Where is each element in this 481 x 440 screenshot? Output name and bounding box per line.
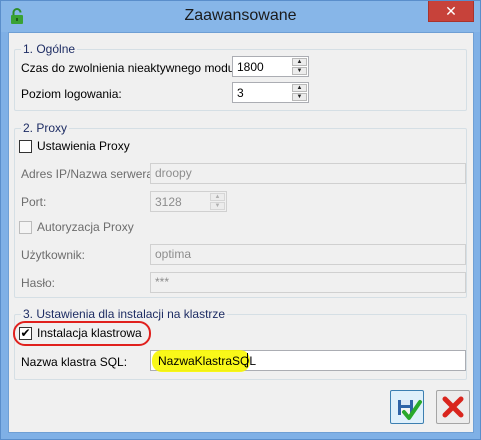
cluster-name-value: NazwaKlastraSQL [158,354,257,368]
proxy-port-label: Port: [21,195,47,209]
log-level-stepper[interactable]: 3 ▲ ▼ [232,82,309,103]
dialog-window: Zaawansowane ✕ 1. Ogólne Czas do zwolnie… [0,0,481,440]
log-level-down-arrow-icon[interactable]: ▼ [292,93,307,101]
idle-timeout-stepper[interactable]: 1800 ▲ ▼ [232,56,309,77]
log-level-value: 3 [237,86,244,100]
ok-button[interactable] [390,390,424,424]
save-check-icon [398,400,422,420]
idle-timeout-label: Czas do zwolnienia nieaktywnego modułu: [21,61,248,75]
proxy-address-input[interactable]: droopy [150,163,466,184]
cluster-name-label: Nazwa klastra SQL: [21,355,128,369]
dialog-client-area: 1. Ogólne Czas do zwolnienia nieaktywneg… [8,32,474,433]
proxy-auth-checkbox[interactable] [19,221,32,234]
group-cluster-title: 3. Ustawienia dla instalacji na klastrze [21,307,228,321]
idle-timeout-up-arrow-icon[interactable]: ▲ [292,58,307,66]
close-button[interactable]: ✕ [428,1,474,22]
window-title: Zaawansowane [184,7,297,24]
proxy-settings-label[interactable]: Ustawienia Proxy [37,139,130,153]
idle-timeout-down-arrow-icon[interactable]: ▼ [292,67,307,75]
cluster-install-checkbox[interactable]: ✔ [19,327,32,340]
proxy-settings-checkbox[interactable] [19,140,32,153]
proxy-auth-label[interactable]: Autoryzacja Proxy [37,220,134,234]
text-caret [247,353,248,367]
title-bar[interactable]: Zaawansowane ✕ [1,1,480,32]
proxy-port-value: 3128 [155,195,182,209]
proxy-password-label: Hasło: [21,276,56,290]
log-level-label: Poziom logowania: [21,87,122,101]
proxy-user-label: Użytkownik: [21,248,86,262]
proxy-address-label: Adres IP/Nazwa serwera: [21,167,157,181]
group-proxy-title: 2. Proxy [21,121,70,135]
group-general-title: 1. Ogólne [21,42,78,56]
proxy-port-stepper[interactable]: 3128 ▲ ▼ [150,191,227,212]
cancel-x-icon [442,396,464,418]
idle-timeout-value: 1800 [237,60,264,74]
cluster-install-label[interactable]: Instalacja klastrowa [37,326,142,340]
cancel-button[interactable] [436,390,470,424]
proxy-port-up-arrow-icon[interactable]: ▲ [210,193,225,201]
proxy-password-input[interactable]: *** [150,272,466,293]
proxy-port-down-arrow-icon[interactable]: ▼ [210,202,225,210]
log-level-up-arrow-icon[interactable]: ▲ [292,84,307,92]
proxy-user-input[interactable]: optima [150,244,466,265]
